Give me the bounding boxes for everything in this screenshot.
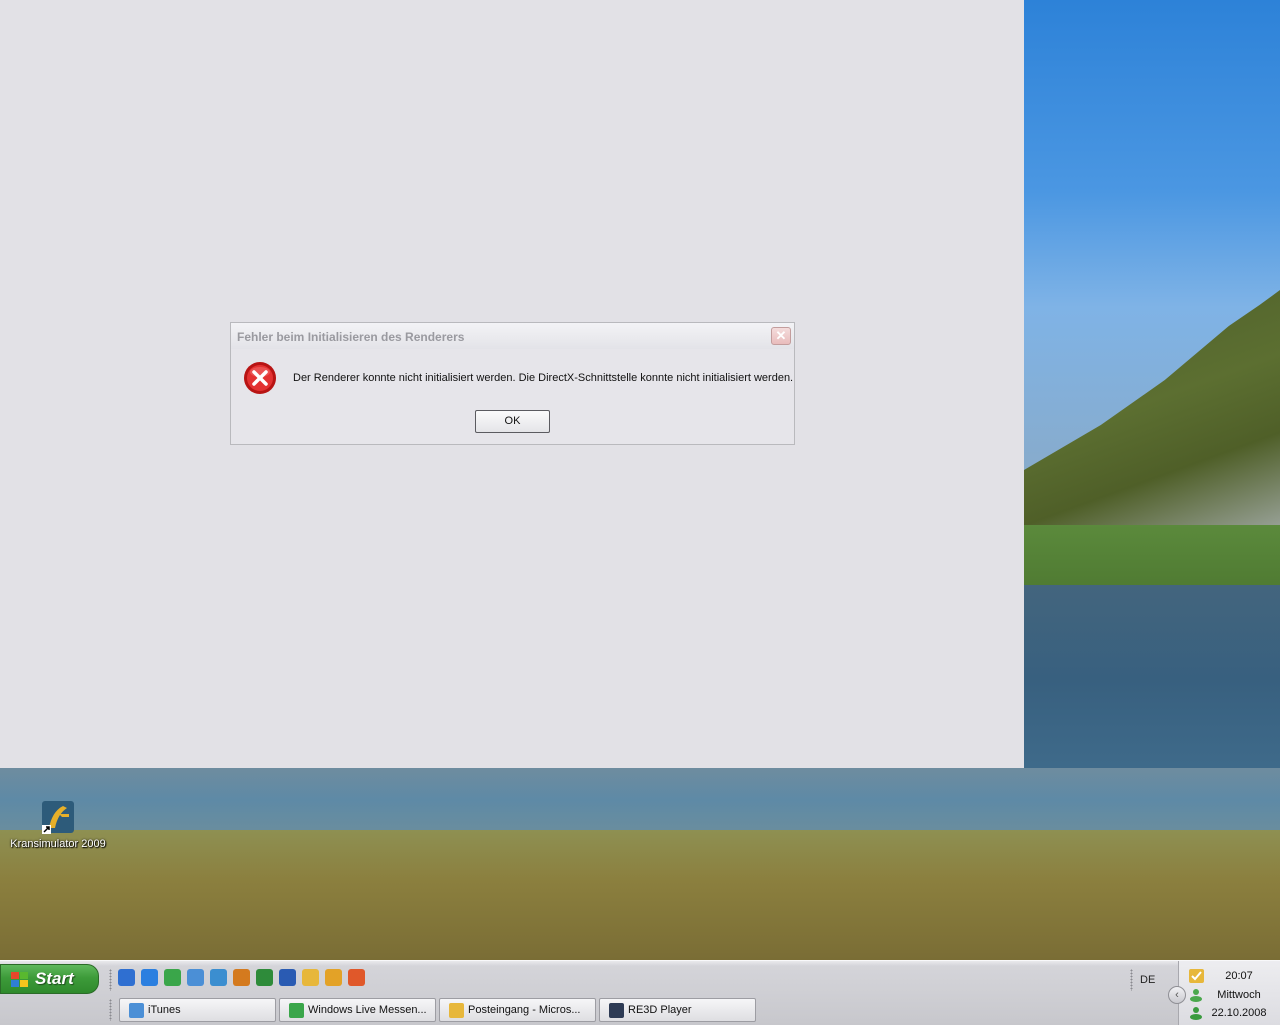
clock-time[interactable]: 20:07 [1179,970,1280,982]
task-button[interactable]: iTunes [119,998,276,1022]
task-button-label: iTunes [148,1004,181,1016]
system-tray: ‹ 20:07 Mittwoch 22.10.2008 [1168,961,1280,1025]
messenger-alt-icon[interactable] [325,969,342,986]
error-icon [244,362,276,394]
language-indicator[interactable]: DE [1140,974,1155,986]
taskbar-grip[interactable] [109,999,112,1021]
task-button[interactable]: RE3D Player [599,998,756,1022]
internet-explorer-icon[interactable] [141,969,158,986]
media-player-icon[interactable] [348,969,365,986]
language-bar-grip[interactable] [1130,969,1133,991]
re3d-player-icon [609,1003,624,1018]
desktop-icon-kransimulator[interactable]: Kransimulator 2009 [6,800,110,850]
taskbar: Start DE iTunes Windows Live Messen... Pos… [0,960,1280,1025]
ok-button-label: OK [504,415,521,427]
skype-icon[interactable] [210,969,227,986]
task-button-label: Posteingang - Micros... [468,1004,581,1016]
messenger-icon [289,1003,304,1018]
quicklaunch-toolbar [118,969,365,989]
show-desktop-icon[interactable] [118,969,135,986]
dialog-titlebar[interactable]: Fehler beim Initialisieren des Renderers… [231,323,794,349]
wallpaper-meadow [1024,525,1280,590]
firefox-icon[interactable] [233,969,250,986]
messenger-icon[interactable] [164,969,181,986]
task-button-label: Windows Live Messen... [308,1004,427,1016]
clock-date[interactable]: 22.10.2008 [1179,1007,1280,1019]
task-buttons: iTunes Windows Live Messen... Posteingang … [119,998,756,1022]
task-button-label: RE3D Player [628,1004,692,1016]
clock-day[interactable]: Mittwoch [1179,989,1280,1001]
itunes-icon[interactable] [187,969,204,986]
start-button[interactable]: Start [0,964,99,994]
excel-icon[interactable] [256,969,273,986]
task-button[interactable]: Windows Live Messen... [279,998,436,1022]
wallpaper-shore [0,830,1280,960]
word-icon[interactable] [279,969,296,986]
task-button[interactable]: Posteingang - Micros... [439,998,596,1022]
ok-button[interactable]: OK [475,410,550,433]
outlook-icon [449,1003,464,1018]
desktop-icon-label: Kransimulator 2009 [10,838,106,850]
dialog-close-button[interactable]: ✕ [771,327,791,345]
kransimulator-icon [42,801,74,834]
quicklaunch-grip[interactable] [109,969,112,991]
outlook-icon[interactable] [302,969,319,986]
dialog-title: Fehler beim Initialisieren des Renderers [237,330,465,344]
dialog-message: Der Renderer konnte nicht initialisiert … [293,372,794,384]
start-label: Start [35,969,74,988]
wallpaper-lake [1024,585,1280,775]
windows-logo-icon [11,972,28,987]
itunes-icon [129,1003,144,1018]
error-dialog: Fehler beim Initialisieren des Renderers… [230,322,795,445]
close-icon: ✕ [775,328,787,343]
